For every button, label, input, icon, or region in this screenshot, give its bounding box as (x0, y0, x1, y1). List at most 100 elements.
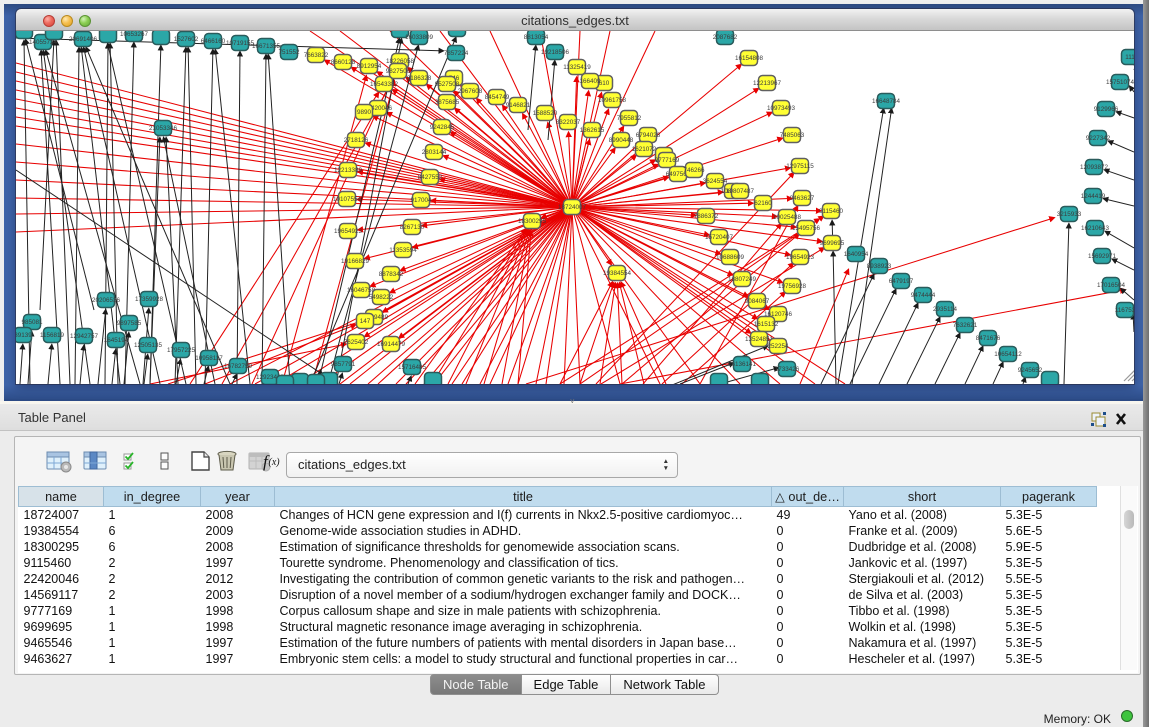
svg-text:1362615: 1362615 (580, 127, 605, 134)
svg-text:16033809: 16033809 (405, 34, 434, 41)
svg-text:7625402: 7625402 (344, 339, 369, 346)
svg-text:9699695: 9699695 (820, 240, 845, 247)
svg-text:16210643: 16210643 (1081, 225, 1110, 232)
svg-text:7857224: 7857224 (444, 50, 469, 57)
svg-text:8322037: 8322037 (556, 119, 581, 126)
svg-text:15751074: 15751074 (1106, 79, 1134, 86)
svg-text:10958117: 10958117 (195, 355, 223, 362)
svg-text:12942757: 12942757 (70, 333, 99, 340)
svg-text:9857791: 9857791 (331, 361, 356, 368)
svg-text:1640954: 1640954 (844, 251, 869, 258)
svg-text:116753: 116753 (1115, 307, 1134, 314)
svg-text:751552: 751552 (278, 49, 300, 56)
svg-text:2935114: 2935114 (933, 306, 958, 313)
svg-text:16154808: 16154808 (735, 55, 764, 62)
svg-text:39139: 39139 (16, 332, 32, 339)
svg-text:111: 111 (1125, 54, 1134, 61)
svg-text:10654112: 10654112 (994, 351, 1022, 358)
svg-text:2718126: 2718126 (344, 137, 369, 144)
svg-text:1645194: 1645194 (104, 337, 129, 344)
svg-text:10107554: 10107554 (333, 196, 362, 203)
svg-text:10025488: 10025488 (773, 214, 802, 221)
svg-text:746266: 746266 (683, 167, 705, 174)
svg-text:6794028: 6794028 (636, 132, 661, 139)
svg-text:1527602: 1527602 (174, 36, 199, 43)
svg-text:9827506: 9827506 (386, 68, 411, 75)
svg-text:16782759: 16782759 (224, 363, 253, 370)
svg-text:20206536: 20206536 (92, 297, 121, 304)
svg-text:16046758: 16046758 (347, 287, 376, 294)
svg-text:252254: 252254 (767, 343, 789, 350)
svg-text:1615132: 1615132 (754, 321, 779, 328)
svg-text:15495756: 15495756 (792, 225, 821, 232)
svg-text:12505135: 12505135 (134, 342, 163, 349)
svg-text:8427552: 8427552 (418, 174, 443, 181)
svg-text:16543382: 16543382 (370, 81, 399, 88)
svg-text:6479197: 6479197 (889, 278, 914, 285)
svg-text:19654923: 19654923 (334, 228, 363, 235)
svg-text:9527508: 9527508 (435, 81, 460, 88)
svg-text:9129966: 9129966 (1094, 106, 1119, 113)
svg-text:62160: 62160 (754, 200, 772, 207)
svg-text:19756928: 19756928 (778, 283, 807, 290)
svg-text:3624554: 3624554 (703, 178, 728, 185)
svg-text:18724007: 18724007 (558, 204, 587, 211)
svg-text:2803144: 2803144 (422, 149, 447, 156)
svg-text:147: 147 (360, 318, 371, 325)
svg-text:10961758: 10961758 (598, 97, 627, 104)
svg-text:9146821: 9146821 (506, 102, 531, 109)
svg-text:2087682: 2087682 (713, 34, 738, 41)
svg-text:15716485: 15716485 (398, 364, 427, 371)
svg-text:16648784: 16648784 (872, 98, 901, 105)
svg-text:(x): (x) (269, 457, 281, 468)
svg-text:8813054: 8813054 (524, 34, 549, 41)
svg-text:21053346: 21053346 (149, 125, 178, 132)
svg-text:9777169: 9777169 (655, 157, 680, 164)
svg-text:985081: 985081 (21, 319, 43, 326)
svg-text:19166829: 19166829 (341, 258, 370, 265)
svg-text:12975115: 12975115 (786, 163, 814, 170)
svg-text:20691406: 20691406 (69, 36, 98, 43)
svg-text:1733426: 1733426 (775, 366, 800, 373)
svg-text:15692971: 15692971 (1088, 253, 1117, 260)
svg-text:19218506: 19218506 (541, 49, 570, 56)
svg-text:1621072: 1621072 (632, 146, 657, 153)
svg-text:8454749: 8454749 (485, 94, 510, 101)
svg-text:11325419: 11325419 (563, 64, 591, 71)
svg-text:8912954: 8912954 (357, 63, 382, 70)
svg-text:15720407: 15720407 (705, 234, 734, 241)
svg-text:917004: 917004 (410, 197, 432, 204)
svg-text:19384554: 19384554 (603, 270, 632, 277)
svg-text:16136141: 16136141 (728, 361, 757, 368)
svg-text:10688609: 10688609 (716, 254, 745, 261)
svg-text:8990448: 8990448 (609, 137, 634, 144)
svg-text:7886372: 7886372 (694, 213, 719, 220)
svg-text:12213967: 12213967 (753, 80, 782, 87)
svg-text:9890: 9890 (357, 109, 372, 116)
svg-text:9115460: 9115460 (819, 208, 844, 215)
svg-text:1156819: 1156819 (40, 332, 65, 339)
svg-text:17957225: 17957225 (167, 347, 196, 354)
svg-text:7485063: 7485063 (780, 132, 805, 139)
svg-text:11353594: 11353594 (389, 247, 417, 254)
svg-text:12213389: 12213389 (334, 167, 363, 174)
svg-text:9463627: 9463627 (790, 195, 815, 202)
svg-text:10807487: 10807487 (726, 188, 755, 195)
svg-text:16914479: 16914479 (377, 341, 406, 348)
svg-text:10973493: 10973493 (767, 105, 796, 112)
svg-text:10653267: 10653267 (120, 31, 149, 38)
svg-text:1244419: 1244419 (1081, 193, 1106, 200)
svg-text:9227342: 9227342 (1086, 135, 1111, 142)
svg-text:8471676: 8471676 (976, 335, 1001, 342)
svg-text:8878342: 8878342 (379, 271, 404, 278)
svg-text:19654923: 19654923 (786, 254, 815, 261)
svg-text:9474444: 9474444 (911, 292, 936, 299)
svg-text:9084067: 9084067 (745, 298, 770, 305)
svg-text:1588520: 1588520 (533, 110, 558, 117)
svg-text:9242845: 9242845 (430, 124, 455, 131)
svg-text:8938923: 8938923 (867, 263, 892, 270)
svg-text:8660128: 8660128 (331, 59, 356, 66)
svg-text:8267130: 8267130 (400, 224, 425, 231)
svg-text:17359928: 17359928 (135, 296, 164, 303)
svg-text:16671355: 16671355 (252, 43, 281, 50)
